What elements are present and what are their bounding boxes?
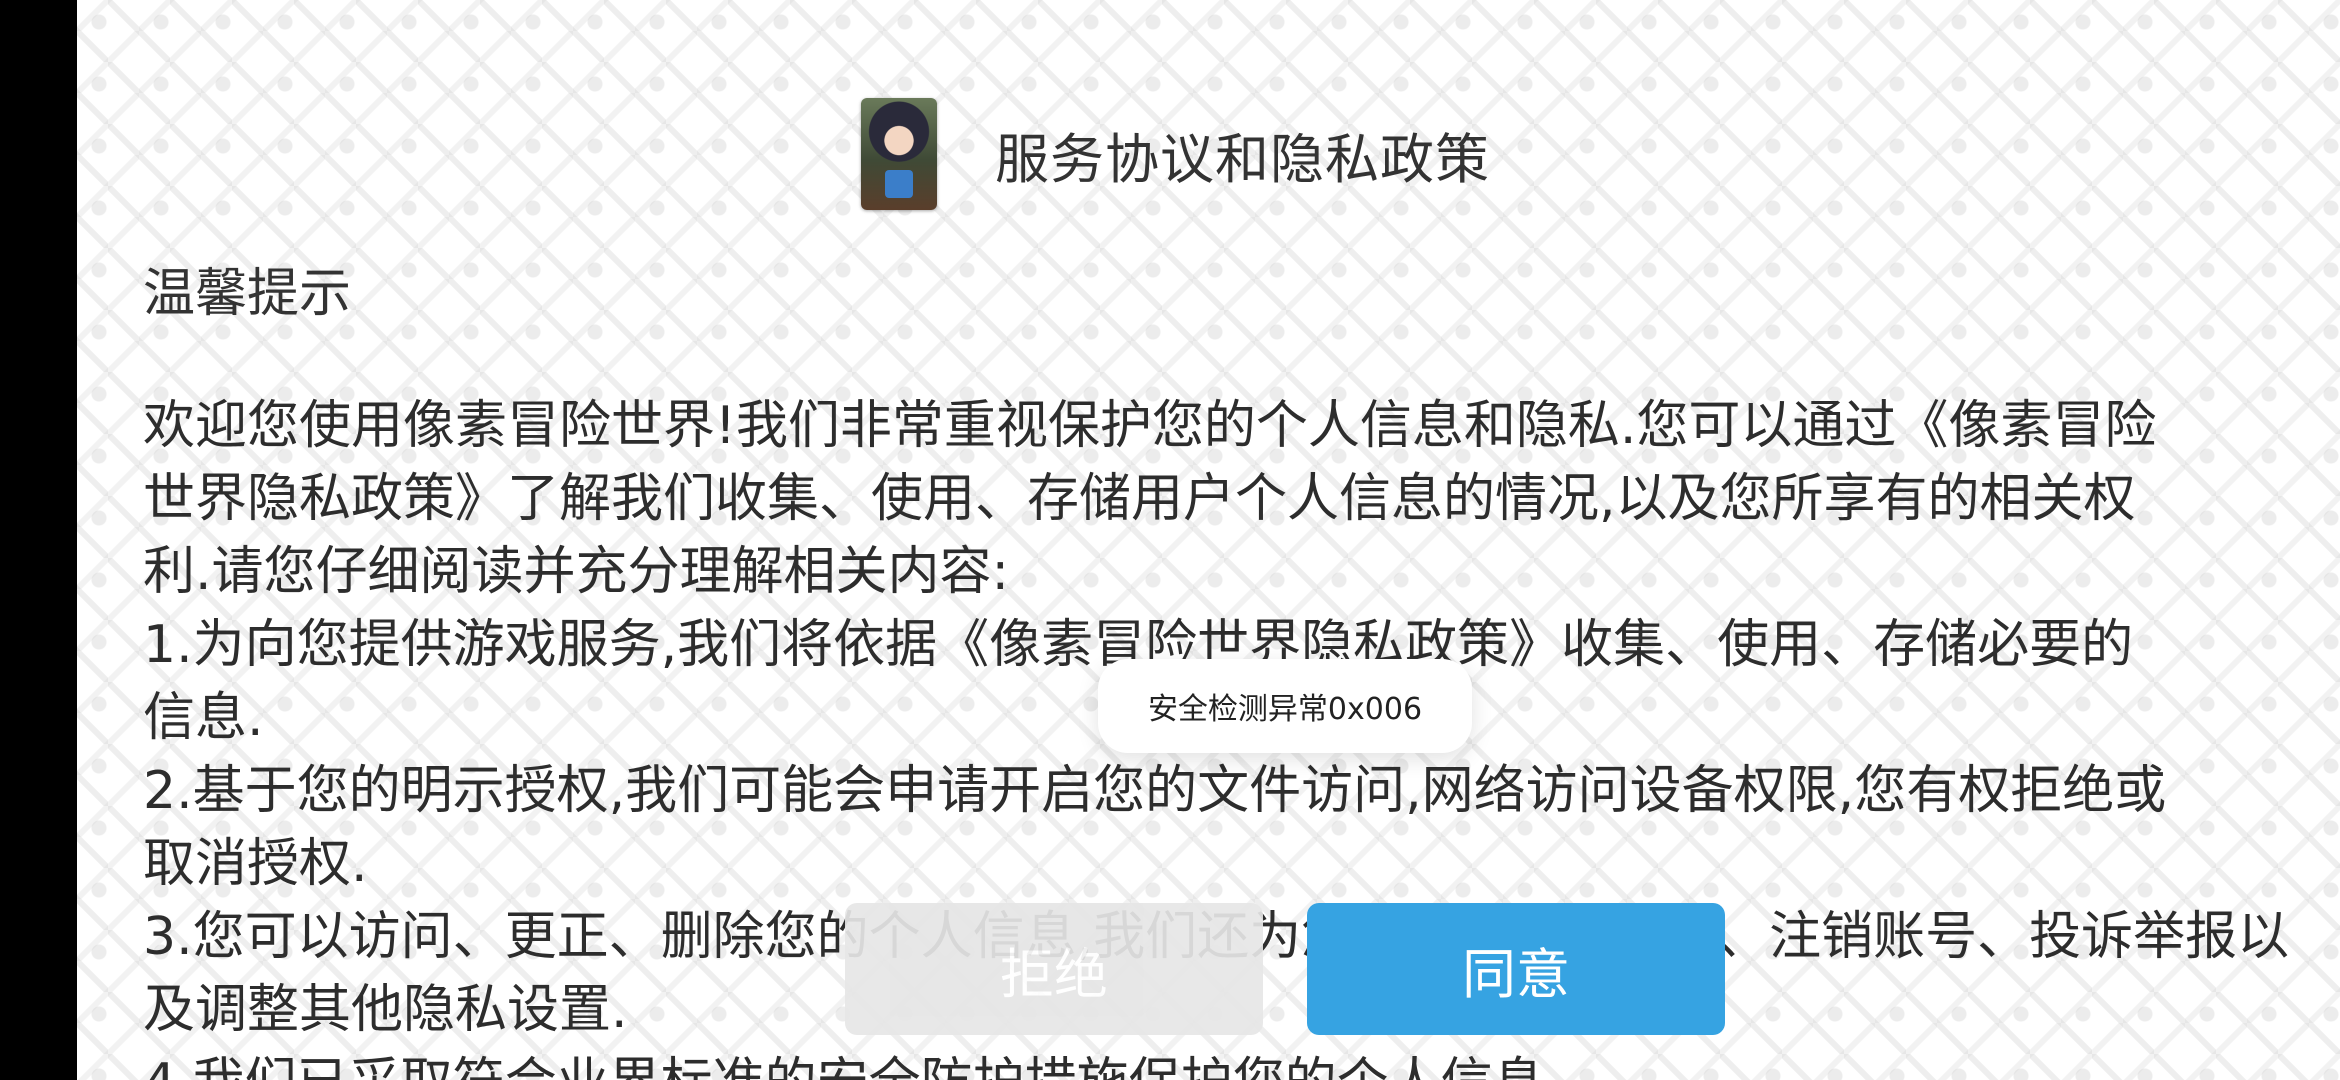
dialog-header: 服务协议和隐私政策 bbox=[861, 98, 1490, 210]
screen: 服务协议和隐私政策 温馨提示 欢迎您使用像素冒险世界!我们非常重视保护您的个人信… bbox=[0, 0, 2340, 1080]
dialog-subtitle: 温馨提示 bbox=[143, 264, 352, 324]
agree-button[interactable]: 同意 bbox=[1307, 903, 1725, 1035]
security-toast: 安全检测异常0x006 bbox=[1098, 659, 1472, 753]
policy-line: 欢迎您使用像素冒险世界!我们非常重视保护您的个人信息和隐私.您可以通过《像素冒险 bbox=[143, 396, 2157, 456]
policy-line: 取消授权. bbox=[143, 834, 368, 894]
app-icon bbox=[861, 98, 937, 210]
privacy-dialog: 服务协议和隐私政策 温馨提示 欢迎您使用像素冒险世界!我们非常重视保护您的个人信… bbox=[77, 0, 2340, 1080]
policy-line: 4.我们已采取符合业界标准的安全防护措施保护您的个人信息. bbox=[143, 1047, 2340, 1080]
dialog-title: 服务协议和隐私政策 bbox=[995, 127, 1490, 191]
left-edge-bar bbox=[0, 0, 77, 1080]
policy-line: 世界隐私政策》了解我们收集、使用、存储用户个人信息的情况,以及您所享有的相关权 bbox=[143, 469, 2136, 529]
reject-button[interactable]: 拒绝 bbox=[845, 903, 1263, 1035]
policy-line: 2.基于您的明示授权,我们可能会申请开启您的文件访问,网络访问设备权限,您有权拒… bbox=[143, 761, 2167, 821]
policy-line: 利.请您仔细阅读并充分理解相关内容: bbox=[143, 542, 1010, 602]
